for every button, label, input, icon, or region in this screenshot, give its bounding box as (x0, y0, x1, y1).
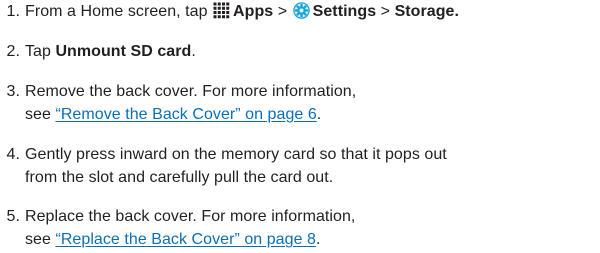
step-2-intro: Tap (25, 43, 56, 60)
step-number: 2. (6, 43, 20, 60)
step-number: 5. (6, 208, 20, 225)
instructions-page: { "steps": [ { "number": "1.", "parts": … (0, 0, 600, 253)
step-3-line-1: Remove the back cover. For more informat… (25, 83, 357, 100)
step-5-line-2-prefix: see (25, 231, 56, 248)
storage-label: Storage. (394, 3, 459, 20)
settings-gear-icon (292, 2, 310, 19)
apps-label: Apps (233, 3, 274, 20)
settings-label: Settings (312, 3, 377, 20)
step-number: 4. (6, 146, 20, 163)
step-text: Gently press inward on the memory card s… (25, 143, 600, 189)
step-3-line-2-suffix: . (316, 106, 322, 123)
step-number: 3. (6, 83, 20, 100)
step-3-line-2-prefix: see (25, 106, 56, 123)
replace-back-cover-link[interactable]: “Replace the Back Cover” on page 8 (55, 231, 316, 248)
step-1-intro: From a Home screen, tap (25, 3, 213, 20)
step-5-line-2-suffix: . (315, 231, 321, 248)
step-text: Replace the back cover. For more informa… (25, 205, 600, 251)
step-number: 1. (6, 3, 20, 20)
step-text: From a Home screen, tap Apps > Settings … (25, 0, 600, 23)
step-text: Remove the back cover. For more informat… (25, 80, 600, 126)
step-2-end: . (191, 43, 196, 60)
apps-grid-icon (213, 2, 230, 19)
unmount-sd-card-label: Unmount SD card (55, 43, 192, 60)
separator: > (376, 3, 395, 20)
step-4-line-2: from the slot and carefully pull the car… (25, 169, 334, 186)
step-text: Tap Unmount SD card. (25, 40, 600, 63)
step-4-line-1: Gently press inward on the memory card s… (25, 146, 447, 163)
separator: > (273, 3, 292, 20)
remove-back-cover-link[interactable]: “Remove the Back Cover” on page 6 (55, 106, 316, 123)
step-5-line-1: Replace the back cover. For more informa… (25, 208, 356, 225)
